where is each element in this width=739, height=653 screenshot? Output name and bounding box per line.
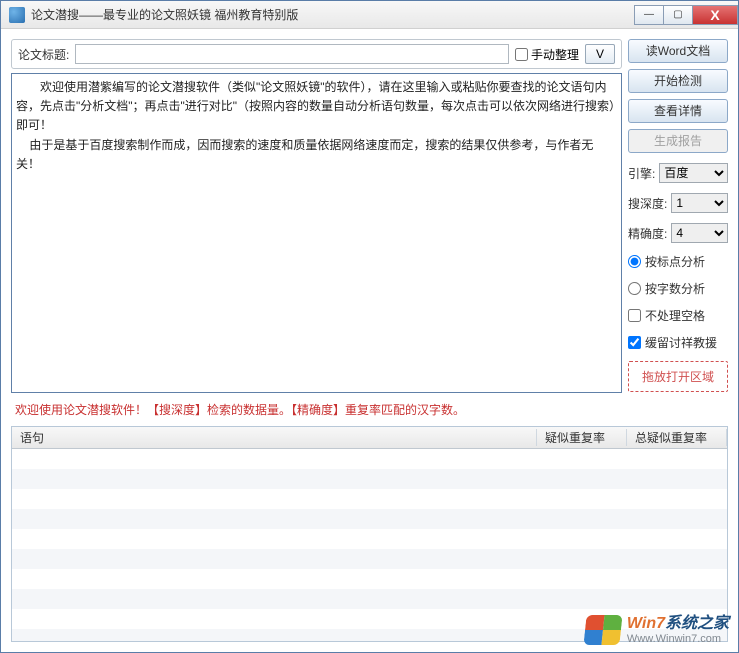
view-detail-button[interactable]: 查看详情 [628, 99, 728, 123]
app-icon [9, 7, 25, 23]
precision-select[interactable]: 4 [671, 223, 728, 243]
window-controls: — ▢ X [635, 5, 738, 25]
check-skip[interactable]: 缓留讨祥教援 [628, 334, 728, 351]
right-column: 读Word文档 开始检测 查看详情 生成报告 引擎: 百度 搜深度: 1 [628, 39, 728, 392]
depth-select[interactable]: 1 [671, 193, 728, 213]
precision-row: 精确度: 4 [628, 223, 728, 243]
th-total-rate[interactable]: 总疑似重复率 [627, 429, 727, 446]
engine-row: 引擎: 百度 [628, 163, 728, 183]
manual-tidy-checkbox[interactable]: 手动整理 [515, 46, 579, 63]
title-row: 论文标题: 手动整理 V [11, 39, 622, 69]
content-textarea[interactable]: 欢迎使用潜紫编写的论文潜搜软件（类似"论文照妖镜"的软件），请在这里输入或粘贴你… [11, 73, 622, 393]
title-label: 论文标题: [18, 46, 69, 63]
drop-zone[interactable]: 拖放打开区域 [628, 361, 728, 392]
engine-select[interactable]: 百度 [659, 163, 728, 183]
title-input[interactable] [75, 44, 509, 64]
radio-punct-label: 按标点分析 [645, 253, 705, 270]
check-nospace-label: 不处理空格 [645, 307, 705, 324]
th-statement[interactable]: 语句 [12, 429, 537, 446]
window-title: 论文潜搜——最专业的论文照妖镜 福州教育特别版 [31, 6, 635, 23]
maximize-button[interactable]: ▢ [663, 5, 693, 25]
read-word-button[interactable]: 读Word文档 [628, 39, 728, 63]
check-skip-label: 缓留讨祥教援 [645, 334, 717, 351]
table-body[interactable] [12, 449, 727, 641]
th-suspect-rate[interactable]: 疑似重复率 [537, 429, 627, 446]
radio-punctuation[interactable]: 按标点分析 [628, 253, 728, 270]
table-header: 语句 疑似重复率 总疑似重复率 [12, 427, 727, 449]
check-skip-input[interactable] [628, 336, 641, 349]
top-row: 论文标题: 手动整理 V 欢迎使用潜紫编写的论文潜搜软件（类似"论文照妖镜"的软… [11, 39, 728, 393]
depth-label: 搜深度: [628, 195, 667, 212]
start-check-button[interactable]: 开始检测 [628, 69, 728, 93]
generate-report-button: 生成报告 [628, 129, 728, 153]
engine-label: 引擎: [628, 165, 655, 182]
check-nospace-input[interactable] [628, 309, 641, 322]
check-nospace[interactable]: 不处理空格 [628, 307, 728, 324]
v-button[interactable]: V [585, 44, 615, 64]
radio-punct-input[interactable] [628, 255, 641, 268]
close-button[interactable]: X [692, 5, 738, 25]
results-table: 语句 疑似重复率 总疑似重复率 [11, 426, 728, 642]
radio-chars-input[interactable] [628, 282, 641, 295]
manual-tidy-label: 手动整理 [531, 46, 579, 63]
left-column: 论文标题: 手动整理 V 欢迎使用潜紫编写的论文潜搜软件（类似"论文照妖镜"的软… [11, 39, 622, 393]
depth-row: 搜深度: 1 [628, 193, 728, 213]
titlebar: 论文潜搜——最专业的论文照妖镜 福州教育特别版 — ▢ X [1, 1, 738, 29]
manual-tidy-input[interactable] [515, 48, 528, 61]
content-area: 论文标题: 手动整理 V 欢迎使用潜紫编写的论文潜搜软件（类似"论文照妖镜"的软… [1, 29, 738, 652]
radio-chars-label: 按字数分析 [645, 280, 705, 297]
status-line: 欢迎使用论文潜搜软件！【搜深度】检索的数据量。【精确度】重复率匹配的汉字数。 [11, 399, 728, 420]
minimize-button[interactable]: — [634, 5, 664, 25]
radio-charcount[interactable]: 按字数分析 [628, 280, 728, 297]
app-window: 论文潜搜——最专业的论文照妖镜 福州教育特别版 — ▢ X 论文标题: 手动整理… [0, 0, 739, 653]
precision-label: 精确度: [628, 225, 667, 242]
